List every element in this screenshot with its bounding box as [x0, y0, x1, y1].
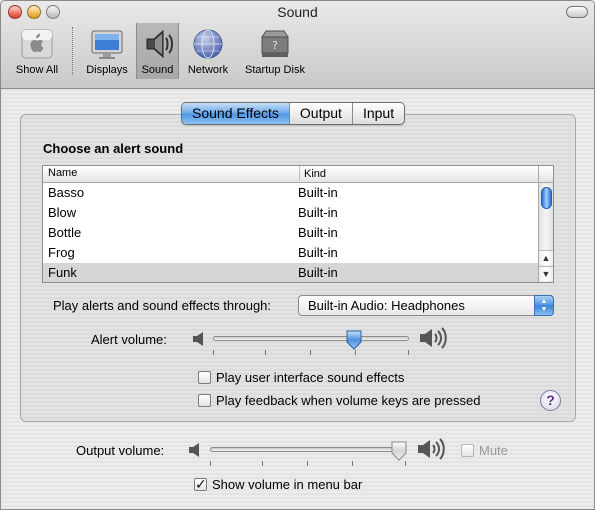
toolbar-displays[interactable]: Displays [81, 23, 133, 79]
svg-text:?: ? [272, 39, 278, 52]
toolbar-label-sound: Sound [141, 64, 174, 76]
speaker-quiet-icon [193, 332, 203, 346]
volume-feedback-option[interactable]: Play feedback when volume keys are press… [198, 393, 480, 408]
cell-name: Basso [48, 185, 85, 200]
toolbar-toggle-button[interactable] [566, 6, 588, 18]
toolbar-label-displays: Displays [86, 64, 128, 76]
show-volume-menu-bar-option[interactable]: Show volume in menu bar [194, 476, 363, 493]
column-header-kind[interactable]: Kind [299, 166, 326, 181]
window-title: Sound [277, 4, 318, 20]
mute-checkbox[interactable] [461, 444, 474, 457]
toolbar-network[interactable]: Network [183, 23, 233, 79]
ui-sound-effects-checkbox[interactable] [198, 371, 211, 384]
speaker-loud-icon [418, 438, 445, 460]
hard-disk-icon: ? [261, 30, 289, 57]
toolbar-label-network: Network [187, 64, 229, 76]
display-monitor-icon [91, 30, 123, 59]
alert-volume-label: Alert volume: [91, 332, 167, 347]
sound-preferences-window: Sound Show All Displays Sound Network ? … [0, 0, 595, 510]
ui-sound-effects-label: Play user interface sound effects [216, 370, 405, 385]
cell-kind: Built-in [298, 225, 338, 240]
scrollbar-thumb[interactable] [541, 187, 552, 209]
table-scrollbar[interactable]: ▲ ▼ [538, 166, 553, 282]
show-volume-menu-bar-checkbox[interactable] [194, 476, 207, 493]
volume-feedback-checkbox[interactable] [198, 394, 211, 407]
output-volume-ticks [210, 461, 406, 466]
popup-arrows-icon: ▲ ▼ [534, 295, 554, 316]
table-row-selected[interactable]: Funk Built-in [43, 263, 539, 282]
tab-output[interactable]: Output [290, 103, 353, 124]
toolbar-show-all[interactable]: Show All [9, 23, 65, 79]
table-row[interactable]: Bottle Built-in [43, 223, 539, 243]
play-through-popup[interactable]: Built-in Audio: Headphones ▲ ▼ [298, 295, 554, 316]
help-button[interactable]: ? [540, 390, 561, 411]
table-row[interactable]: Basso Built-in [43, 183, 539, 203]
alert-volume-thumb[interactable] [345, 330, 363, 350]
alert-volume-ticks [213, 350, 409, 355]
cell-kind: Built-in [298, 265, 338, 280]
toolbar-label-show-all: Show All [15, 64, 59, 76]
speaker-icon [146, 29, 173, 59]
apple-show-all-icon [21, 29, 53, 59]
cell-name: Frog [48, 245, 75, 260]
cell-name: Blow [48, 205, 77, 220]
network-globe-icon [193, 29, 223, 59]
toolbar-label-startup-disk: Startup Disk [245, 64, 305, 76]
output-volume-track[interactable] [210, 447, 406, 452]
output-volume-label: Output volume: [76, 443, 165, 458]
title-toolbar: Sound Show All Displays Sound Network ? … [1, 1, 594, 89]
scroll-down-arrow-icon[interactable]: ▼ [539, 266, 553, 281]
column-header-name[interactable]: Name [48, 167, 77, 179]
volume-feedback-label: Play feedback when volume keys are press… [216, 393, 481, 408]
alert-volume-track[interactable] [213, 336, 409, 341]
cell-kind: Built-in [298, 205, 338, 220]
scrollbar-corner [539, 166, 553, 183]
mute-option[interactable]: Mute [461, 443, 508, 458]
alert-sound-heading: Choose an alert sound [43, 141, 184, 156]
speaker-loud-icon [420, 327, 447, 349]
scroll-up-arrow-icon[interactable]: ▲ [539, 250, 553, 265]
speaker-quiet-icon [189, 443, 199, 457]
play-through-value: Built-in Audio: Headphones [308, 298, 465, 313]
table-header: Name Kind [43, 166, 539, 183]
tab-input[interactable]: Input [353, 103, 404, 124]
toolbar: Show All Displays Sound Network ? Startu… [1, 23, 594, 89]
table-rows: Basso Built-in Blow Built-in Bottle Buil… [43, 183, 539, 282]
ui-sound-effects-option[interactable]: Play user interface sound effects [198, 370, 404, 385]
table-row[interactable]: Blow Built-in [43, 203, 539, 223]
toolbar-startup-disk[interactable]: ? Startup Disk [239, 23, 311, 79]
show-volume-menu-bar-label: Show volume in menu bar [212, 477, 363, 492]
tab-sound-effects[interactable]: Sound Effects [182, 103, 290, 124]
cell-name: Bottle [48, 225, 82, 240]
mute-label: Mute [479, 443, 508, 458]
output-volume-thumb[interactable] [390, 441, 408, 461]
toolbar-separator [72, 27, 73, 75]
alert-sound-table: Name Kind Basso Built-in Blow Built-in B… [42, 165, 554, 283]
toolbar-sound[interactable]: Sound [136, 23, 179, 79]
play-through-label: Play alerts and sound effects through: [53, 298, 272, 313]
table-row[interactable]: Frog Built-in [43, 243, 539, 263]
cell-kind: Built-in [298, 185, 338, 200]
cell-kind: Built-in [298, 245, 338, 260]
cell-name: Funk [48, 265, 77, 280]
tab-control: Sound Effects Output Input [181, 102, 406, 125]
